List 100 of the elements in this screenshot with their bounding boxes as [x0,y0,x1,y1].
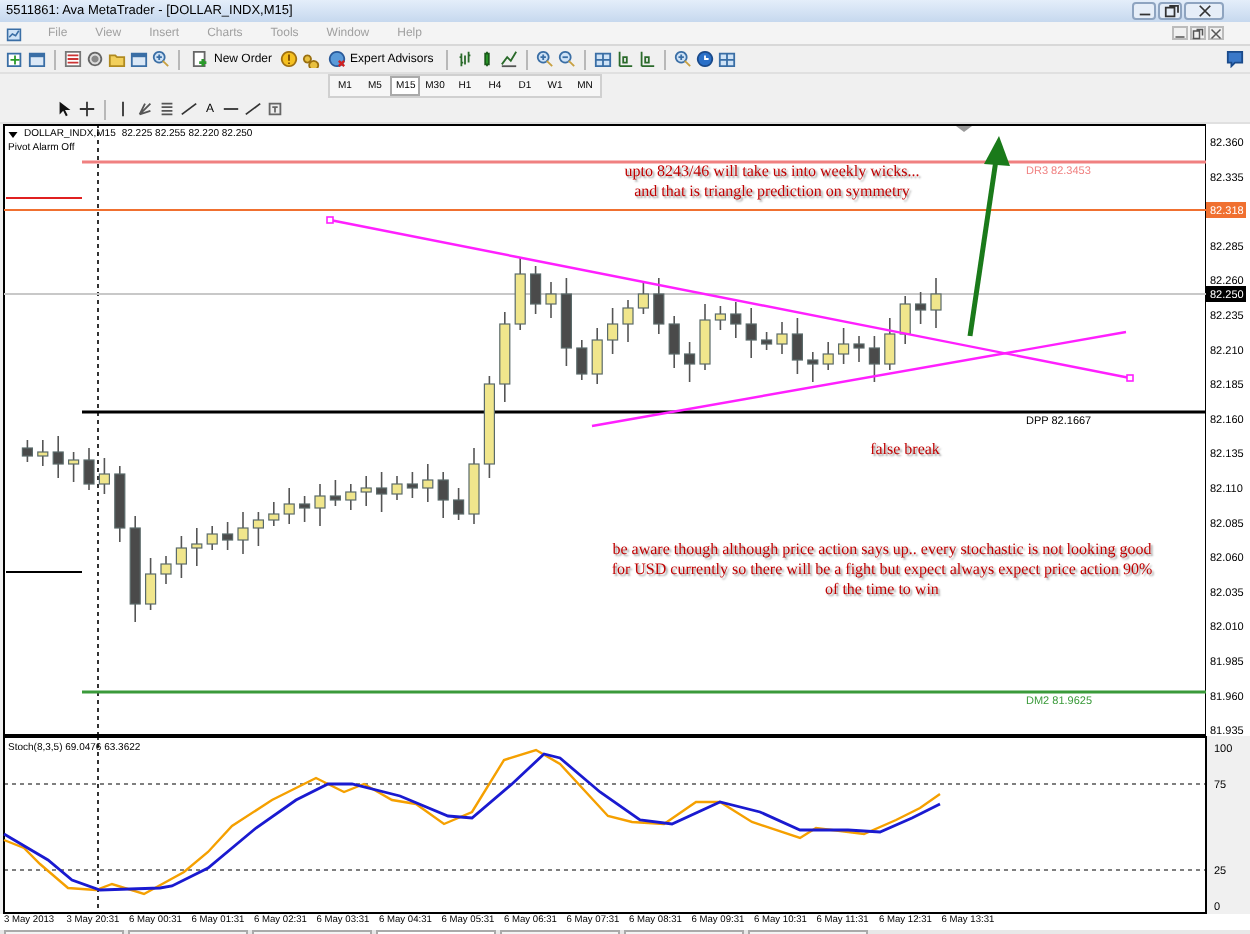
candle [114,465,126,543]
candle [915,291,927,325]
globe-icon [328,50,347,68]
candle [360,475,372,507]
cursor-icon[interactable] [56,100,74,118]
candle [145,557,157,611]
candle [283,487,295,525]
zoom-out-icon[interactable] [557,50,576,68]
candle [560,277,572,367]
candle [299,495,311,523]
chart-annotation: be aware though although price action says up.. every stochastic is not looking good for USD currently so there will be a fight but expect always expect price action 90% of the time to win [610,540,1154,600]
bar-chart-icon[interactable] [455,50,474,68]
candle [21,439,33,463]
list-icon[interactable] [64,50,82,68]
candle [422,463,434,503]
chart-window-icon[interactable] [6,25,22,41]
crosshair-icon[interactable] [78,100,96,118]
restore-button[interactable] [1158,2,1182,20]
candle [237,511,249,555]
close-button[interactable] [1208,26,1224,40]
candle [576,339,588,381]
shift-marker-icon[interactable] [956,126,972,132]
candle [222,521,234,551]
candle [930,277,942,329]
candle [376,471,388,513]
candle [468,447,480,525]
label-icon[interactable] [266,100,285,118]
candle [52,435,64,479]
candle [699,303,711,371]
candle [175,535,187,579]
fork-icon[interactable] [136,100,154,118]
candle [868,335,880,383]
folder-icon[interactable] [108,50,126,68]
warning-icon[interactable] [280,50,299,68]
restore-icon [1192,27,1204,39]
candle [607,307,619,355]
candle [160,555,172,585]
zoom-in-icon[interactable] [673,50,692,68]
chat-icon[interactable] [1226,50,1244,68]
candle [268,501,280,527]
candle [252,511,264,547]
new-chart-icon[interactable] [6,50,24,68]
zoom-in-icon[interactable] [535,50,554,68]
candle [791,317,803,375]
candle [637,281,649,315]
candle [37,439,49,467]
candle [591,327,603,385]
close-icon [1210,27,1222,39]
clock-icon[interactable] [695,50,714,68]
candle [730,301,742,339]
candle [483,375,495,479]
dropdown-icon[interactable] [8,131,18,137]
candle [714,305,726,331]
candle [622,299,634,343]
restore-button[interactable] [1190,26,1206,40]
candle [206,525,218,551]
candle [776,321,788,355]
candle [68,451,80,483]
horizontal-lines-icon[interactable] [158,100,176,118]
candle [807,351,819,383]
close-icon [1195,4,1213,18]
candle [98,457,110,495]
candle [129,515,141,623]
window-icon[interactable] [130,50,148,68]
shift-icon[interactable] [615,50,634,68]
candle [514,257,526,331]
candle [853,335,865,363]
restore-icon [1161,4,1179,18]
candle [499,311,511,403]
candle [345,483,357,511]
zoom-in-icon[interactable] [152,50,170,68]
candle [653,277,665,335]
candle [406,471,418,499]
trend-line-icon[interactable] [244,100,263,118]
candle [884,317,896,371]
level-line [5,197,83,199]
trend-line-icon[interactable] [180,100,198,118]
candle [191,527,203,567]
candle [314,483,326,527]
candle [822,341,834,371]
tile-icon[interactable] [593,50,612,68]
target-icon[interactable] [86,50,104,68]
candle [838,327,850,365]
tile-icon[interactable] [717,50,736,68]
candle [745,307,757,359]
line-chart-icon[interactable] [499,50,518,68]
coins-icon[interactable] [302,50,321,68]
shift-icon[interactable] [637,50,656,68]
candle [453,487,465,521]
candle [391,475,403,501]
candle [83,447,95,491]
window-icon[interactable] [28,50,46,68]
candle [684,341,696,383]
candle [329,479,341,507]
chart-annotation: upto 8243/46 will take us into weekly wicks... and that is triangle prediction on symmetry [622,162,922,202]
close-button[interactable] [1184,2,1224,20]
document-plus-icon [192,50,210,68]
candle [437,471,449,519]
chart-annotation: false break [868,440,942,460]
minimize-button[interactable] [1132,2,1156,20]
